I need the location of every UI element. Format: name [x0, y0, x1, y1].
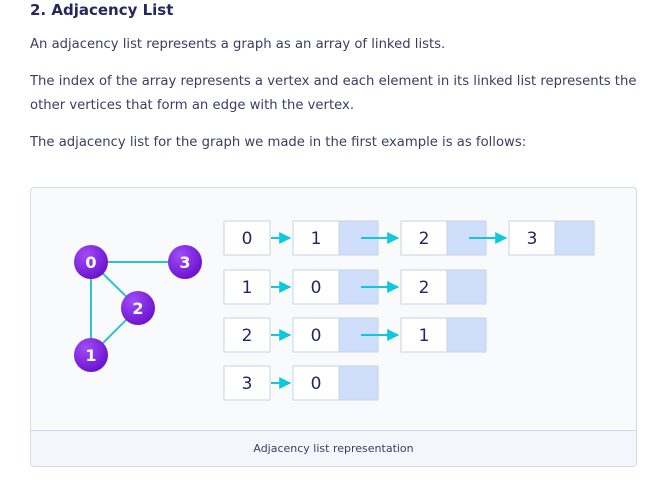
- adjacency-list-figure: 0 3 2 1 0 1 2 3 1 0 2 2 0 1 3 0 Adjacenc…: [30, 187, 637, 467]
- node-pointer-cell: [554, 220, 595, 256]
- graph-node-2: 2: [121, 291, 155, 325]
- adjacency-row-0: 0 1 2 3: [223, 220, 595, 256]
- index-label: 2: [242, 326, 253, 346]
- node-label: 0: [311, 326, 322, 346]
- figure-caption: Adjacency list representation: [31, 430, 636, 466]
- node-label: 0: [311, 278, 322, 298]
- adjacency-diagram: 0 3 2 1 0 1 2 3 1 0 2 2 0 1 3 0: [74, 220, 595, 401]
- adjacency-row-2: 2 0 1: [223, 317, 487, 353]
- intro-paragraph: An adjacency list represents a graph as …: [30, 37, 446, 52]
- node-label: 0: [311, 374, 322, 394]
- index-label: 0: [242, 229, 253, 249]
- graph-node-0: 0: [74, 245, 108, 279]
- node-label: 3: [527, 229, 538, 249]
- graph-node-label: 0: [85, 253, 96, 272]
- node-label: 1: [311, 229, 322, 249]
- node-label: 2: [419, 229, 430, 249]
- index-paragraph: The index of the array represents a vert…: [30, 74, 637, 113]
- graph-node-label: 3: [179, 253, 190, 272]
- section-heading: 2. Adjacency List: [30, 1, 174, 19]
- adjacency-row-1: 1 0 2: [223, 269, 487, 305]
- node-pointer-cell: [338, 365, 379, 401]
- index-label: 1: [242, 278, 253, 298]
- example-paragraph: The adjacency list for the graph we made…: [30, 135, 527, 150]
- node-label: 1: [419, 326, 430, 346]
- node-label: 2: [419, 278, 430, 298]
- graph-node-label: 2: [132, 299, 143, 318]
- graph-node-label: 1: [85, 346, 96, 365]
- adjacency-row-3: 3 0: [223, 365, 379, 401]
- node-pointer-cell: [446, 317, 487, 353]
- node-pointer-cell: [446, 269, 487, 305]
- graph-node-3: 3: [168, 245, 202, 279]
- graph-node-1: 1: [74, 338, 108, 372]
- index-label: 3: [242, 374, 253, 394]
